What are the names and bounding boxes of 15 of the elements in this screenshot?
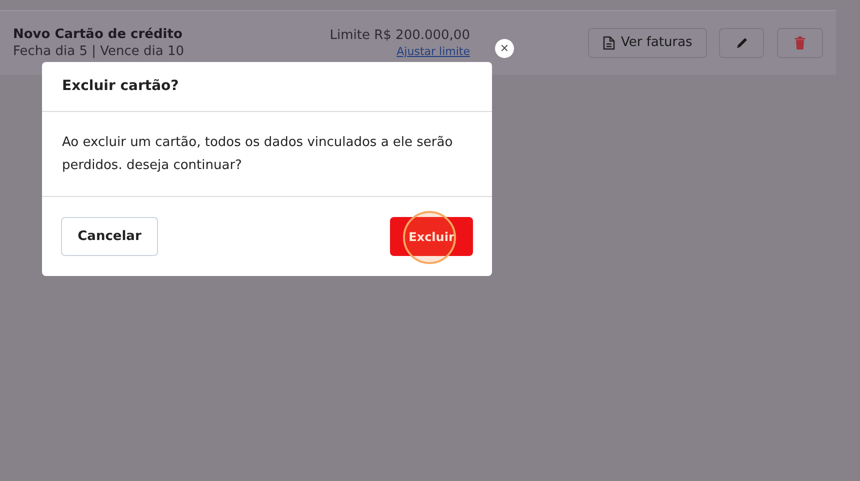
cancel-button[interactable]: Cancelar <box>61 217 158 256</box>
adjust-limit-link[interactable]: Ajustar limite <box>396 45 470 59</box>
trash-icon <box>794 36 806 50</box>
card-name: Novo Cartão de crédito <box>13 26 184 43</box>
pencil-icon <box>734 36 749 50</box>
invoices-button[interactable]: Ver faturas <box>588 28 708 58</box>
edit-button[interactable] <box>719 28 764 58</box>
card-schedule: Fecha dia 5 | Vence dia 10 <box>13 43 186 60</box>
card-limit: Limite R$ 200.000,00 <box>330 27 470 45</box>
dialog-message: Ao excluir um cartão, todos os dados vinculados a ele serão perdidos. deseja continuar? <box>62 134 454 175</box>
document-icon <box>602 36 615 50</box>
delete-button[interactable] <box>777 28 823 58</box>
dialog-title: Excluir cartão? <box>62 77 179 96</box>
click-marker <box>403 211 456 264</box>
confirm-button[interactable]: Excluir <box>390 217 473 256</box>
